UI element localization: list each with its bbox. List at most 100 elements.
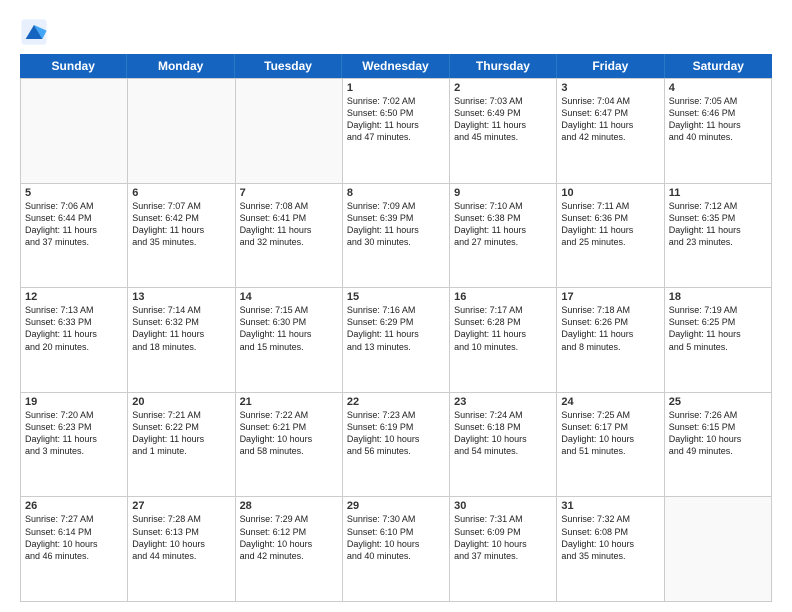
calendar-cell: 22Sunrise: 7:23 AM Sunset: 6:19 PM Dayli…: [343, 393, 450, 498]
day-number: 6: [132, 187, 230, 199]
weekday-header: Sunday: [20, 54, 127, 78]
day-info: Sunrise: 7:10 AM Sunset: 6:38 PM Dayligh…: [454, 200, 552, 249]
day-info: Sunrise: 7:22 AM Sunset: 6:21 PM Dayligh…: [240, 409, 338, 458]
calendar-cell: 27Sunrise: 7:28 AM Sunset: 6:13 PM Dayli…: [128, 497, 235, 602]
day-info: Sunrise: 7:11 AM Sunset: 6:36 PM Dayligh…: [561, 200, 659, 249]
day-number: 7: [240, 187, 338, 199]
day-number: 4: [669, 82, 767, 94]
calendar-cell: 25Sunrise: 7:26 AM Sunset: 6:15 PM Dayli…: [665, 393, 772, 498]
day-number: 20: [132, 396, 230, 408]
calendar-cell: 29Sunrise: 7:30 AM Sunset: 6:10 PM Dayli…: [343, 497, 450, 602]
day-number: 1: [347, 82, 445, 94]
day-number: 22: [347, 396, 445, 408]
calendar-cell: 26Sunrise: 7:27 AM Sunset: 6:14 PM Dayli…: [21, 497, 128, 602]
calendar-cell: [128, 79, 235, 184]
day-number: 5: [25, 187, 123, 199]
calendar-cell: 30Sunrise: 7:31 AM Sunset: 6:09 PM Dayli…: [450, 497, 557, 602]
day-number: 17: [561, 291, 659, 303]
calendar-row: 12Sunrise: 7:13 AM Sunset: 6:33 PM Dayli…: [21, 288, 772, 393]
day-number: 28: [240, 500, 338, 512]
calendar-header: SundayMondayTuesdayWednesdayThursdayFrid…: [20, 54, 772, 78]
calendar-cell: 17Sunrise: 7:18 AM Sunset: 6:26 PM Dayli…: [557, 288, 664, 393]
logo-icon: [20, 18, 48, 46]
day-number: 10: [561, 187, 659, 199]
weekday-header: Saturday: [665, 54, 772, 78]
day-number: 2: [454, 82, 552, 94]
calendar-cell: 13Sunrise: 7:14 AM Sunset: 6:32 PM Dayli…: [128, 288, 235, 393]
day-number: 18: [669, 291, 767, 303]
day-number: 14: [240, 291, 338, 303]
calendar-cell: 2Sunrise: 7:03 AM Sunset: 6:49 PM Daylig…: [450, 79, 557, 184]
day-number: 15: [347, 291, 445, 303]
day-info: Sunrise: 7:12 AM Sunset: 6:35 PM Dayligh…: [669, 200, 767, 249]
day-number: 25: [669, 396, 767, 408]
day-number: 24: [561, 396, 659, 408]
weekday-header: Tuesday: [235, 54, 342, 78]
calendar-cell: 8Sunrise: 7:09 AM Sunset: 6:39 PM Daylig…: [343, 184, 450, 289]
day-info: Sunrise: 7:14 AM Sunset: 6:32 PM Dayligh…: [132, 304, 230, 353]
day-info: Sunrise: 7:27 AM Sunset: 6:14 PM Dayligh…: [25, 513, 123, 562]
day-number: 16: [454, 291, 552, 303]
calendar-cell: 1Sunrise: 7:02 AM Sunset: 6:50 PM Daylig…: [343, 79, 450, 184]
day-info: Sunrise: 7:28 AM Sunset: 6:13 PM Dayligh…: [132, 513, 230, 562]
calendar-cell: [665, 497, 772, 602]
day-number: 12: [25, 291, 123, 303]
day-info: Sunrise: 7:13 AM Sunset: 6:33 PM Dayligh…: [25, 304, 123, 353]
day-info: Sunrise: 7:24 AM Sunset: 6:18 PM Dayligh…: [454, 409, 552, 458]
calendar-cell: 6Sunrise: 7:07 AM Sunset: 6:42 PM Daylig…: [128, 184, 235, 289]
day-info: Sunrise: 7:04 AM Sunset: 6:47 PM Dayligh…: [561, 95, 659, 144]
weekday-header: Friday: [557, 54, 664, 78]
calendar: SundayMondayTuesdayWednesdayThursdayFrid…: [20, 54, 772, 602]
day-number: 31: [561, 500, 659, 512]
day-info: Sunrise: 7:20 AM Sunset: 6:23 PM Dayligh…: [25, 409, 123, 458]
page: SundayMondayTuesdayWednesdayThursdayFrid…: [0, 0, 792, 612]
calendar-cell: 10Sunrise: 7:11 AM Sunset: 6:36 PM Dayli…: [557, 184, 664, 289]
day-info: Sunrise: 7:26 AM Sunset: 6:15 PM Dayligh…: [669, 409, 767, 458]
weekday-header: Wednesday: [342, 54, 449, 78]
day-info: Sunrise: 7:30 AM Sunset: 6:10 PM Dayligh…: [347, 513, 445, 562]
day-info: Sunrise: 7:18 AM Sunset: 6:26 PM Dayligh…: [561, 304, 659, 353]
day-number: 19: [25, 396, 123, 408]
day-number: 8: [347, 187, 445, 199]
day-number: 11: [669, 187, 767, 199]
calendar-cell: 4Sunrise: 7:05 AM Sunset: 6:46 PM Daylig…: [665, 79, 772, 184]
calendar-cell: 5Sunrise: 7:06 AM Sunset: 6:44 PM Daylig…: [21, 184, 128, 289]
day-info: Sunrise: 7:09 AM Sunset: 6:39 PM Dayligh…: [347, 200, 445, 249]
weekday-header: Monday: [127, 54, 234, 78]
calendar-cell: 12Sunrise: 7:13 AM Sunset: 6:33 PM Dayli…: [21, 288, 128, 393]
day-info: Sunrise: 7:31 AM Sunset: 6:09 PM Dayligh…: [454, 513, 552, 562]
calendar-row: 19Sunrise: 7:20 AM Sunset: 6:23 PM Dayli…: [21, 393, 772, 498]
day-info: Sunrise: 7:05 AM Sunset: 6:46 PM Dayligh…: [669, 95, 767, 144]
day-number: 3: [561, 82, 659, 94]
day-number: 30: [454, 500, 552, 512]
day-number: 29: [347, 500, 445, 512]
calendar-cell: 28Sunrise: 7:29 AM Sunset: 6:12 PM Dayli…: [236, 497, 343, 602]
calendar-row: 1Sunrise: 7:02 AM Sunset: 6:50 PM Daylig…: [21, 79, 772, 184]
calendar-cell: 19Sunrise: 7:20 AM Sunset: 6:23 PM Dayli…: [21, 393, 128, 498]
day-number: 26: [25, 500, 123, 512]
calendar-cell: [236, 79, 343, 184]
calendar-cell: 9Sunrise: 7:10 AM Sunset: 6:38 PM Daylig…: [450, 184, 557, 289]
day-info: Sunrise: 7:17 AM Sunset: 6:28 PM Dayligh…: [454, 304, 552, 353]
day-info: Sunrise: 7:07 AM Sunset: 6:42 PM Dayligh…: [132, 200, 230, 249]
calendar-cell: 14Sunrise: 7:15 AM Sunset: 6:30 PM Dayli…: [236, 288, 343, 393]
day-info: Sunrise: 7:08 AM Sunset: 6:41 PM Dayligh…: [240, 200, 338, 249]
calendar-row: 5Sunrise: 7:06 AM Sunset: 6:44 PM Daylig…: [21, 184, 772, 289]
day-info: Sunrise: 7:03 AM Sunset: 6:49 PM Dayligh…: [454, 95, 552, 144]
calendar-body: 1Sunrise: 7:02 AM Sunset: 6:50 PM Daylig…: [20, 78, 772, 602]
calendar-cell: 18Sunrise: 7:19 AM Sunset: 6:25 PM Dayli…: [665, 288, 772, 393]
calendar-cell: 16Sunrise: 7:17 AM Sunset: 6:28 PM Dayli…: [450, 288, 557, 393]
day-info: Sunrise: 7:06 AM Sunset: 6:44 PM Dayligh…: [25, 200, 123, 249]
day-number: 23: [454, 396, 552, 408]
day-info: Sunrise: 7:19 AM Sunset: 6:25 PM Dayligh…: [669, 304, 767, 353]
day-info: Sunrise: 7:23 AM Sunset: 6:19 PM Dayligh…: [347, 409, 445, 458]
calendar-cell: 15Sunrise: 7:16 AM Sunset: 6:29 PM Dayli…: [343, 288, 450, 393]
calendar-cell: 21Sunrise: 7:22 AM Sunset: 6:21 PM Dayli…: [236, 393, 343, 498]
calendar-cell: 11Sunrise: 7:12 AM Sunset: 6:35 PM Dayli…: [665, 184, 772, 289]
header: [20, 18, 772, 46]
calendar-row: 26Sunrise: 7:27 AM Sunset: 6:14 PM Dayli…: [21, 497, 772, 602]
day-info: Sunrise: 7:32 AM Sunset: 6:08 PM Dayligh…: [561, 513, 659, 562]
calendar-cell: 3Sunrise: 7:04 AM Sunset: 6:47 PM Daylig…: [557, 79, 664, 184]
calendar-cell: 24Sunrise: 7:25 AM Sunset: 6:17 PM Dayli…: [557, 393, 664, 498]
day-info: Sunrise: 7:25 AM Sunset: 6:17 PM Dayligh…: [561, 409, 659, 458]
